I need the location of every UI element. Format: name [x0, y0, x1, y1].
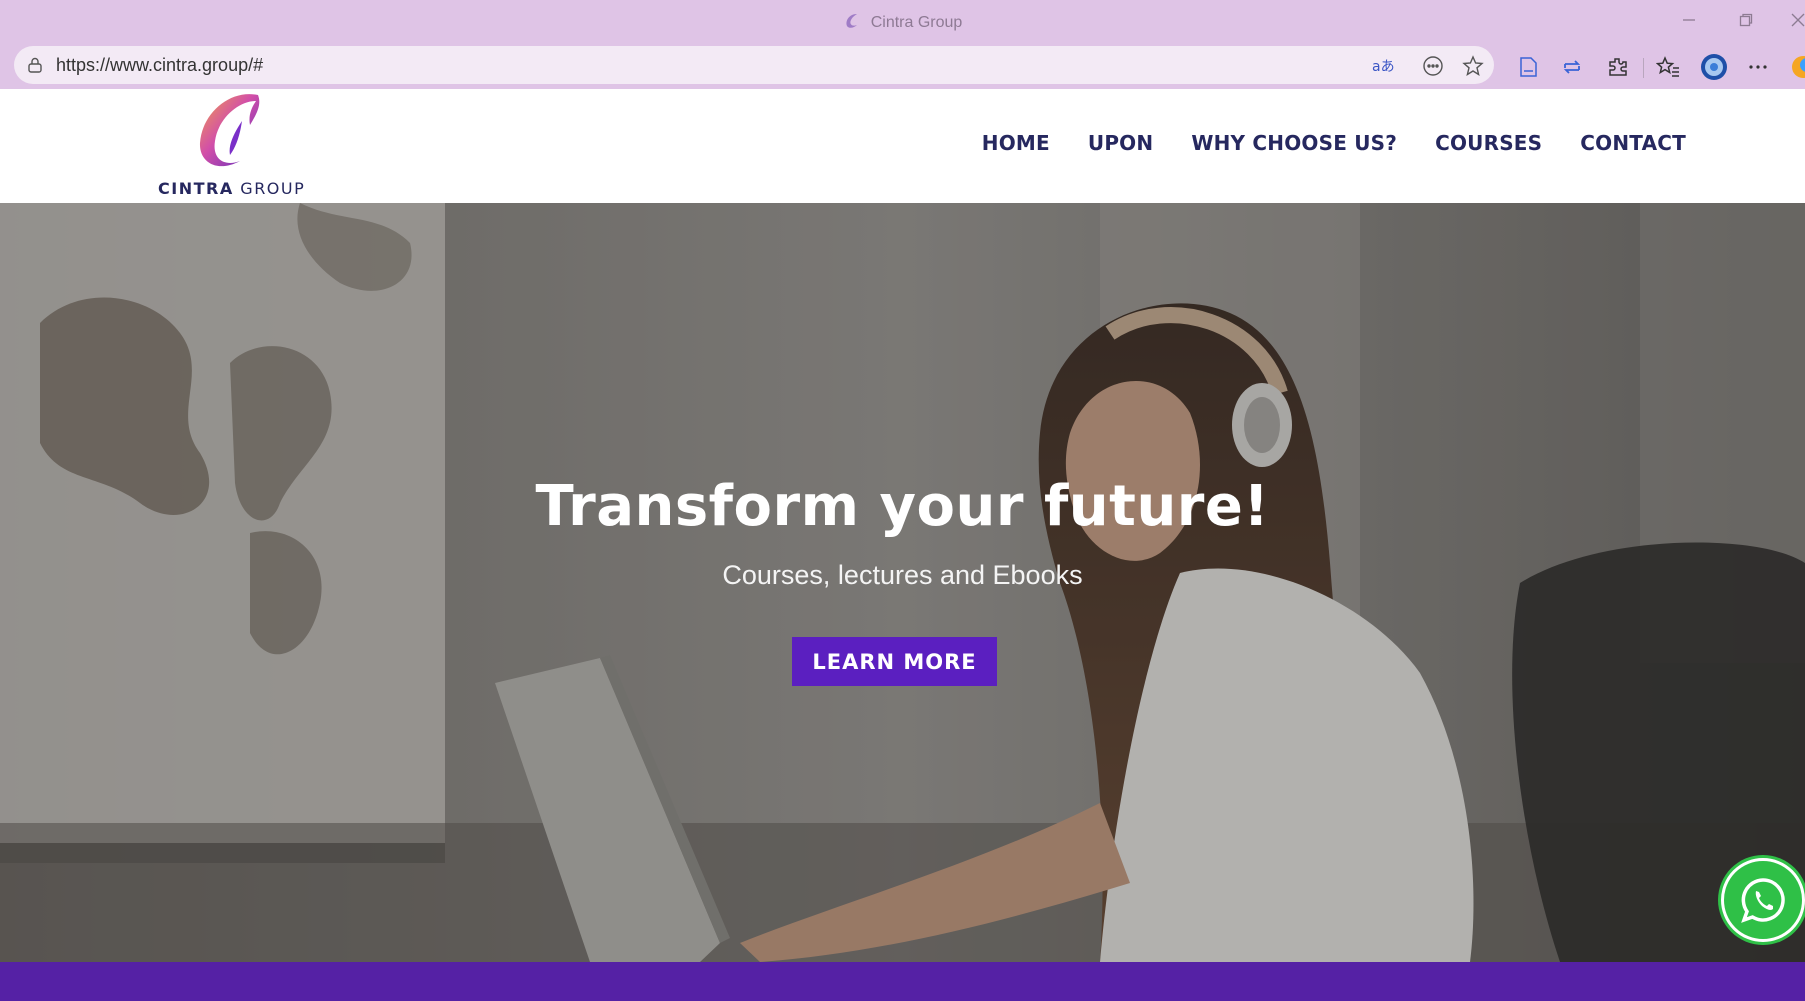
learn-more-button[interactable]: LEARN MORE: [792, 637, 997, 686]
lock-icon[interactable]: [26, 56, 44, 74]
close-icon[interactable]: [1778, 6, 1805, 34]
whatsapp-icon: [1741, 878, 1785, 923]
whatsapp-chat-button[interactable]: [1721, 858, 1805, 942]
more-tools-icon[interactable]: [1420, 53, 1446, 79]
logo-wordmark: CINTRA GROUP: [158, 179, 305, 198]
nav-upon[interactable]: UPON: [1088, 131, 1153, 155]
minimize-icon[interactable]: [1669, 6, 1709, 34]
tab-title-text: Cintra Group: [870, 14, 963, 31]
profile-icon[interactable]: [1700, 53, 1728, 81]
copilot-icon[interactable]: [1787, 53, 1805, 81]
hero-subtitle: Courses, lectures and Ebooks: [722, 560, 1083, 590]
browser-toolbar: https://www.cintra.group/# aあ: [0, 42, 1805, 89]
site-logo[interactable]: CINTRA GROUP: [150, 91, 310, 199]
footer-band: [0, 962, 1805, 1001]
logo-word-light: GROUP: [233, 179, 306, 198]
nav-courses[interactable]: COURSES: [1435, 131, 1542, 155]
refresh-sync-icon[interactable]: [1558, 53, 1586, 81]
address-bar[interactable]: https://www.cintra.group/# aあ: [14, 46, 1494, 84]
restore-icon[interactable]: [1726, 6, 1766, 34]
reading-view-icon[interactable]: [1514, 53, 1542, 81]
toolbar-divider: [1643, 58, 1644, 78]
hero-section: Transform your future! Courses, lectures…: [0, 203, 1805, 962]
main-nav: HOME UPON WHY CHOOSE US? COURSES CONTACT: [944, 131, 1686, 155]
read-aloud-icon[interactable]: aあ: [1370, 53, 1396, 79]
favorite-star-icon[interactable]: [1460, 53, 1486, 79]
browser-titlebar: Cintra Group: [0, 0, 1805, 42]
logo-word-bold: CINTRA: [158, 179, 234, 198]
site-header: CINTRA GROUP HOME UPON WHY CHOOSE US? CO…: [0, 89, 1805, 203]
url-text[interactable]: https://www.cintra.group/#: [56, 55, 263, 76]
favorites-icon[interactable]: [1654, 53, 1682, 81]
nav-home[interactable]: HOME: [982, 131, 1050, 155]
nav-contact[interactable]: CONTACT: [1580, 131, 1686, 155]
tab-title: Cintra Group: [0, 11, 1805, 32]
nav-why-choose-us[interactable]: WHY CHOOSE US?: [1191, 131, 1397, 155]
svg-text:aあ: aあ: [1372, 59, 1395, 75]
cintra-c-logo-icon: [199, 94, 260, 167]
more-options-icon[interactable]: [1744, 53, 1772, 81]
hero-title: Transform your future!: [535, 474, 1270, 539]
site-favicon-icon: [846, 14, 857, 28]
extensions-icon[interactable]: [1604, 53, 1632, 81]
